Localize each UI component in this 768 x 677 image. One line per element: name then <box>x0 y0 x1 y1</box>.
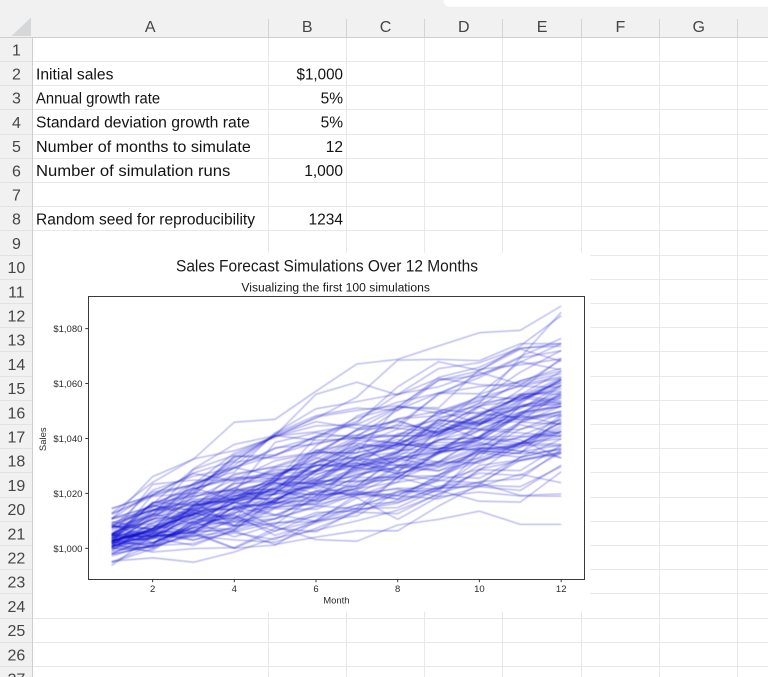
svg-text:$1,000: $1,000 <box>297 66 344 83</box>
svg-text:8: 8 <box>395 584 400 595</box>
svg-text:Initial sales: Initial sales <box>36 66 114 83</box>
svg-text:16: 16 <box>8 405 26 422</box>
svg-text:12: 12 <box>556 584 567 595</box>
svg-text:$1,020: $1,020 <box>53 489 82 500</box>
svg-text:18: 18 <box>8 454 26 471</box>
svg-text:22: 22 <box>8 551 26 568</box>
svg-text:20: 20 <box>8 502 26 519</box>
svg-text:C: C <box>380 19 392 36</box>
svg-text:10: 10 <box>8 260 26 277</box>
svg-text:1: 1 <box>12 42 21 59</box>
svg-text:25: 25 <box>8 623 26 640</box>
svg-text:D: D <box>458 19 470 36</box>
svg-text:5%: 5% <box>321 91 344 108</box>
svg-text:$1,000: $1,000 <box>53 544 82 555</box>
svg-text:Number of months to simulate: Number of months to simulate <box>36 139 251 156</box>
svg-text:7: 7 <box>12 188 21 205</box>
svg-text:17: 17 <box>8 430 26 447</box>
svg-text:1,000: 1,000 <box>304 163 343 180</box>
svg-text:Month: Month <box>323 596 349 607</box>
svg-text:E: E <box>537 19 548 36</box>
svg-text:Visualizing the first 100 simu: Visualizing the first 100 simulations <box>241 282 430 294</box>
svg-text:5: 5 <box>12 139 21 156</box>
svg-text:12: 12 <box>8 309 26 326</box>
svg-text:G: G <box>692 19 704 36</box>
svg-text:$1,060: $1,060 <box>53 379 82 390</box>
svg-text:A: A <box>145 19 156 36</box>
svg-text:15: 15 <box>8 381 26 398</box>
svg-text:$1,080: $1,080 <box>53 324 82 335</box>
svg-text:9: 9 <box>12 236 21 253</box>
svg-text:12: 12 <box>326 139 343 156</box>
svg-text:1234: 1234 <box>309 212 344 229</box>
svg-text:6: 6 <box>313 584 318 595</box>
svg-text:10: 10 <box>474 584 485 595</box>
svg-text:B: B <box>302 19 313 36</box>
svg-text:19: 19 <box>8 478 26 495</box>
svg-text:3: 3 <box>12 91 21 108</box>
svg-text:14: 14 <box>8 357 26 374</box>
svg-text:11: 11 <box>8 284 25 301</box>
svg-text:13: 13 <box>8 333 26 350</box>
svg-text:F: F <box>616 19 626 36</box>
svg-text:Number of simulation runs: Number of simulation runs <box>36 163 231 180</box>
svg-text:27: 27 <box>8 672 26 677</box>
svg-text:4: 4 <box>12 115 21 132</box>
svg-text:Sales: Sales <box>38 427 49 451</box>
svg-text:26: 26 <box>8 647 26 664</box>
svg-text:8: 8 <box>12 212 21 229</box>
svg-text:2: 2 <box>12 67 21 84</box>
svg-text:21: 21 <box>8 526 26 543</box>
svg-text:Annual growth rate: Annual growth rate <box>36 91 160 108</box>
svg-text:23: 23 <box>8 575 26 592</box>
svg-text:24: 24 <box>8 599 26 616</box>
svg-text:Standard deviation growth rate: Standard deviation growth rate <box>36 115 250 132</box>
svg-text:$1,040: $1,040 <box>53 434 82 445</box>
svg-text:Random seed for reproducibilit: Random seed for reproducibility <box>36 212 255 229</box>
svg-text:5%: 5% <box>321 115 344 132</box>
svg-text:6: 6 <box>12 163 21 180</box>
svg-text:2: 2 <box>150 584 155 595</box>
svg-text:4: 4 <box>232 584 237 595</box>
svg-text:Sales Forecast Simulations Ove: Sales Forecast Simulations Over 12 Month… <box>176 257 478 276</box>
